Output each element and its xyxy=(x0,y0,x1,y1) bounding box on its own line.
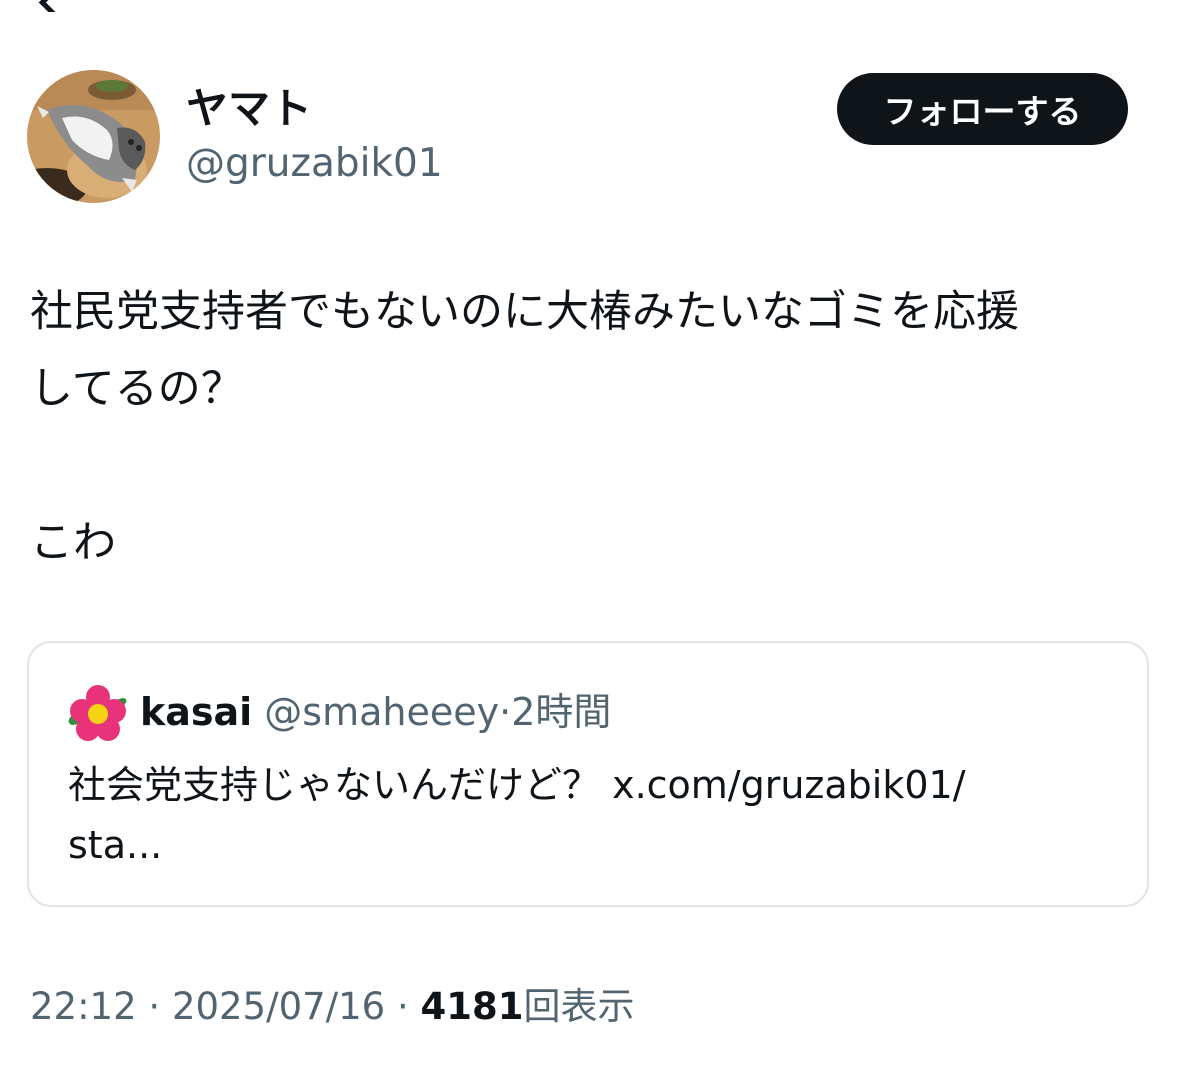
quote-author-handle[interactable]: @smaheeey xyxy=(264,690,499,734)
follow-button[interactable]: フォローする xyxy=(837,73,1128,145)
back-arrow-icon[interactable] xyxy=(38,0,75,12)
meta-separator: · xyxy=(148,985,161,1028)
quote-text-content: 社会党支持じゃないんだけど？ x.com/gruzabik01/ sta... xyxy=(68,763,966,867)
tweet-text: 社民党支持者でもないのに大椿みたいなゴミを応援 してるの？ こわ xyxy=(30,287,1019,568)
tweet-meta: 22:12 · 2025/07/16 · 4181回表示 xyxy=(30,983,634,1031)
camellia-flower-icon xyxy=(66,681,130,745)
quoted-tweet-card[interactable]: kasai @smaheeey·2時間 社会党支持じゃないんだけど？ x.com… xyxy=(27,641,1149,907)
quote-header: kasai @smaheeey·2時間 xyxy=(140,687,611,737)
views-label: 回表示 xyxy=(523,985,635,1028)
cat-photo-icon xyxy=(27,70,160,203)
quote-timestamp[interactable]: 2時間 xyxy=(511,690,611,734)
quote-text: 社会党支持じゃないんだけど？ x.com/gruzabik01/ sta... xyxy=(68,755,1108,875)
tweet-date[interactable]: 2025/07/16 xyxy=(172,985,385,1028)
top-bar-fragment xyxy=(0,0,1179,12)
author-display-name[interactable]: ヤマト xyxy=(186,84,312,134)
views-count[interactable]: 4181 xyxy=(421,985,524,1028)
author-handle[interactable]: @gruzabik01 xyxy=(186,140,443,188)
author-avatar[interactable] xyxy=(27,70,160,203)
quote-separator: · xyxy=(499,690,512,734)
meta-separator: · xyxy=(396,985,409,1028)
quote-author-name[interactable]: kasai xyxy=(140,690,252,734)
quote-avatar[interactable] xyxy=(66,681,130,745)
tweet-time[interactable]: 22:12 xyxy=(30,985,137,1028)
